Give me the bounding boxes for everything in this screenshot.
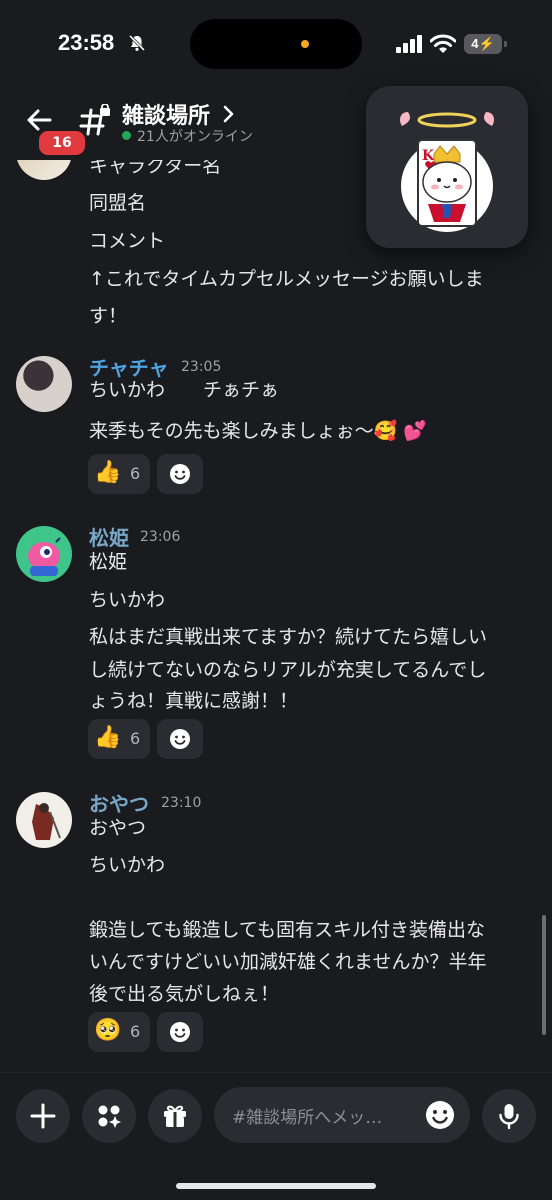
avatar[interactable] (16, 526, 72, 582)
microphone-icon (499, 1104, 519, 1130)
avatar[interactable] (16, 356, 72, 412)
add-reaction-button[interactable] (157, 454, 203, 494)
reaction-chip[interactable]: 👍 6 (88, 719, 150, 759)
message-line: ちいかわ (89, 589, 166, 611)
thumbs-up-icon: 👍 (94, 725, 122, 750)
message-input-placeholder: #雑談場所へメッ… (232, 1108, 383, 1128)
dynamic-island (190, 19, 362, 69)
king-card-character-icon: K (400, 112, 494, 232)
gift-icon (164, 1105, 186, 1127)
battery-level: 4 (471, 36, 479, 51)
message-line: ちいかわ (89, 854, 166, 876)
add-reaction-icon (170, 729, 190, 749)
online-status-dot (122, 131, 131, 140)
privacy-indicator (301, 40, 309, 48)
add-reaction-button[interactable] (157, 719, 203, 759)
channel-hash-lock-icon (79, 104, 110, 136)
status-time: 23:58 (58, 30, 115, 55)
emoji-icon[interactable] (424, 1099, 456, 1131)
message-line: 私はまだ真戦出来てますか？続けてたら嬉しい (89, 626, 488, 648)
apps-icon (98, 1105, 121, 1128)
composer-bar: #雑談場所へメッ… (0, 1072, 552, 1200)
voice-message-button[interactable] (482, 1089, 536, 1143)
reaction-chip[interactable]: 👍 6 (88, 454, 150, 494)
message-timestamp: 23:10 (161, 795, 202, 811)
message-line: し続けてないのならリアルが充実してるんでし (89, 659, 487, 681)
plus-icon (30, 1103, 56, 1129)
reaction-chip[interactable]: 🥺 6 (88, 1012, 150, 1052)
reaction-count: 6 (130, 464, 141, 483)
message-line: 後で出る気がしねぇ！ (89, 983, 280, 1005)
message-list[interactable]: キャラクター名 同盟名 コメント ↑これでタイムカプセルメッセージお願いしま す… (0, 160, 552, 1072)
add-reaction-button[interactable] (157, 1012, 203, 1052)
add-reaction-icon (170, 1022, 190, 1042)
online-count: 21人がオンライン (137, 129, 253, 145)
cellular-signal-icon (396, 35, 422, 53)
chevron-right-icon[interactable] (222, 105, 236, 123)
message-line: 来季もその先も楽しみましょぉ〜🥰 💕 (89, 420, 427, 442)
pleading-face-icon: 🥺 (94, 1018, 122, 1043)
avatar-pink-creature-icon (28, 537, 61, 576)
apps-button[interactable] (82, 1089, 136, 1143)
status-bar: 23:58 4⚡ (0, 0, 552, 90)
wifi-icon (430, 34, 456, 53)
message-line: おやつ (89, 817, 147, 839)
message-timestamp: 23:05 (181, 359, 222, 375)
reaction-count: 6 (130, 1022, 141, 1041)
avatar[interactable] (16, 792, 72, 848)
thumbs-up-icon: 👍 (94, 460, 122, 485)
scrollbar[interactable] (542, 915, 546, 1035)
floating-thumbnail[interactable]: K (366, 86, 528, 248)
reaction-count: 6 (130, 729, 141, 748)
silent-bell-icon (128, 34, 146, 52)
add-reaction-icon (170, 464, 190, 484)
avatar-warrior-icon (32, 803, 61, 840)
message-line: ちいかわ チぁチぁ (89, 379, 280, 401)
message-line: 鍛造しても鍛造しても固有スキル付き装備出な (89, 919, 485, 941)
home-indicator[interactable] (176, 1183, 376, 1189)
message-input[interactable]: #雑談場所へメッ… (214, 1087, 470, 1143)
message-line: す！ (89, 305, 128, 327)
message-timestamp: 23:06 (140, 529, 181, 545)
battery-indicator: 4⚡ (464, 34, 507, 54)
charging-bolt-icon: ⚡ (478, 36, 495, 51)
avatar[interactable] (16, 160, 72, 180)
message-line: いんですけどいい加減奸雄くれませんか？半年 (89, 951, 487, 973)
message-line: ↑これでタイムカプセルメッセージお願いしま (89, 268, 484, 290)
gift-button[interactable] (148, 1089, 202, 1143)
message-line: 松姫 (89, 551, 128, 573)
plus-button[interactable] (16, 1089, 70, 1143)
message-line: ょうね！真戦に感謝！！ (89, 690, 299, 712)
